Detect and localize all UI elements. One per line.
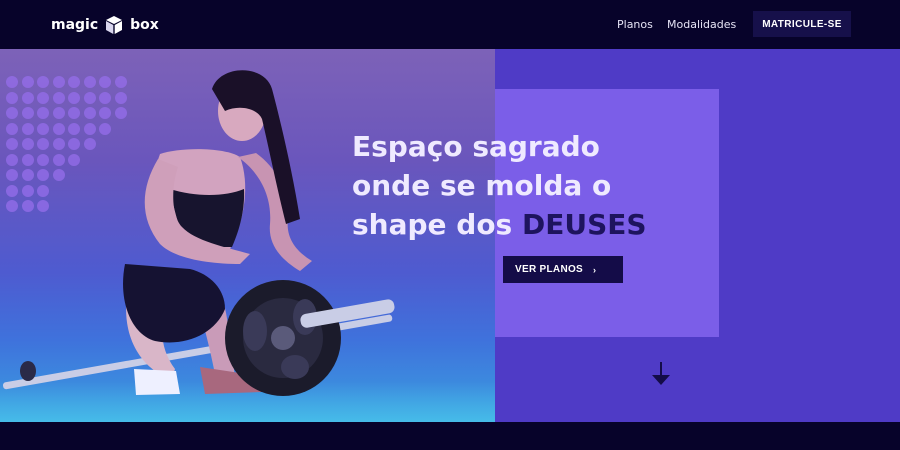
decorative-dot: [52, 169, 65, 181]
logo[interactable]: magic box: [51, 14, 159, 36]
decorative-dot: [37, 184, 49, 197]
decorative-dot: [21, 200, 34, 212]
decorative-dot: [68, 122, 80, 135]
decorative-dot: [6, 153, 18, 166]
decorative-dot: [21, 76, 34, 88]
decorative-dot: [99, 107, 111, 119]
hero-section: Espaço sagrado onde se molda o shape dos…: [0, 49, 900, 422]
decorative-dot: [21, 169, 34, 181]
decorative-dot: [21, 138, 34, 150]
decorative-dot: [68, 76, 80, 88]
nav-link-modalidades[interactable]: Modalidades: [667, 18, 736, 31]
hero-headline: Espaço sagrado onde se molda o shape dos…: [352, 127, 652, 244]
decorative-dot: [68, 107, 80, 119]
decorative-dot: [37, 76, 49, 88]
decorative-dot: [6, 200, 18, 212]
decorative-dot: [68, 138, 80, 150]
decorative-dot: [52, 122, 65, 135]
decorative-dot: [21, 153, 34, 166]
decorative-dot: [99, 91, 111, 104]
decorative-dot: [114, 91, 127, 104]
ver-planos-label: VER PLANOS: [515, 264, 584, 275]
chevron-right-icon: ›: [593, 264, 597, 275]
site-header: magic box Planos Modalidades MATRICULE-S…: [0, 0, 900, 49]
matricule-se-button[interactable]: MATRICULE-SE: [753, 11, 851, 37]
decorative-dot: [21, 184, 34, 197]
ver-planos-button[interactable]: VER PLANOS ›: [503, 256, 623, 283]
decorative-dot: [37, 200, 49, 212]
decorative-dot: [6, 107, 18, 119]
decorative-dot: [99, 76, 111, 88]
decorative-dot: [114, 76, 127, 88]
decorative-dot: [52, 107, 65, 119]
decorative-dot: [114, 107, 127, 119]
decorative-dot: [6, 76, 18, 88]
decorative-dot: [52, 91, 65, 104]
decorative-dot: [68, 153, 80, 166]
decorative-dot: [68, 91, 80, 104]
headline-accent: DEUSES: [521, 208, 647, 241]
bottom-band: [0, 422, 900, 450]
decorative-dot: [6, 169, 18, 181]
decorative-dot: [83, 122, 96, 135]
decorative-dot: [6, 91, 18, 104]
cube-icon: [106, 16, 123, 34]
decorative-dot: [83, 107, 96, 119]
decorative-dot: [37, 138, 49, 150]
nav-link-planos[interactable]: Planos: [617, 18, 653, 31]
decorative-dot: [37, 153, 49, 166]
decorative-dot: [99, 122, 111, 135]
decorative-dot: [37, 107, 49, 119]
decorative-dot: [83, 91, 96, 104]
logo-text-left: magic: [51, 17, 99, 33]
decorative-dot: [6, 184, 18, 197]
decorative-dot: [37, 169, 49, 181]
decorative-dot: [21, 107, 34, 119]
decorative-dot: [52, 76, 65, 88]
decorative-dot: [52, 138, 65, 150]
decorative-dot: [37, 91, 49, 104]
logo-text-right: box: [130, 17, 159, 33]
decorative-dot: [83, 76, 96, 88]
headline-line-3: shape dos: [352, 208, 522, 241]
decorative-dot: [21, 91, 34, 104]
decorative-dot: [37, 122, 49, 135]
decorative-dot: [21, 122, 34, 135]
headline-line-2: onde se molda o: [352, 169, 612, 202]
decorative-dot: [6, 122, 18, 135]
headline-line-1: Espaço sagrado: [352, 130, 600, 163]
decorative-dot: [83, 138, 96, 150]
decorative-dot: [6, 138, 18, 150]
decorative-dot: [52, 153, 65, 166]
arrow-down-icon[interactable]: [650, 361, 672, 387]
